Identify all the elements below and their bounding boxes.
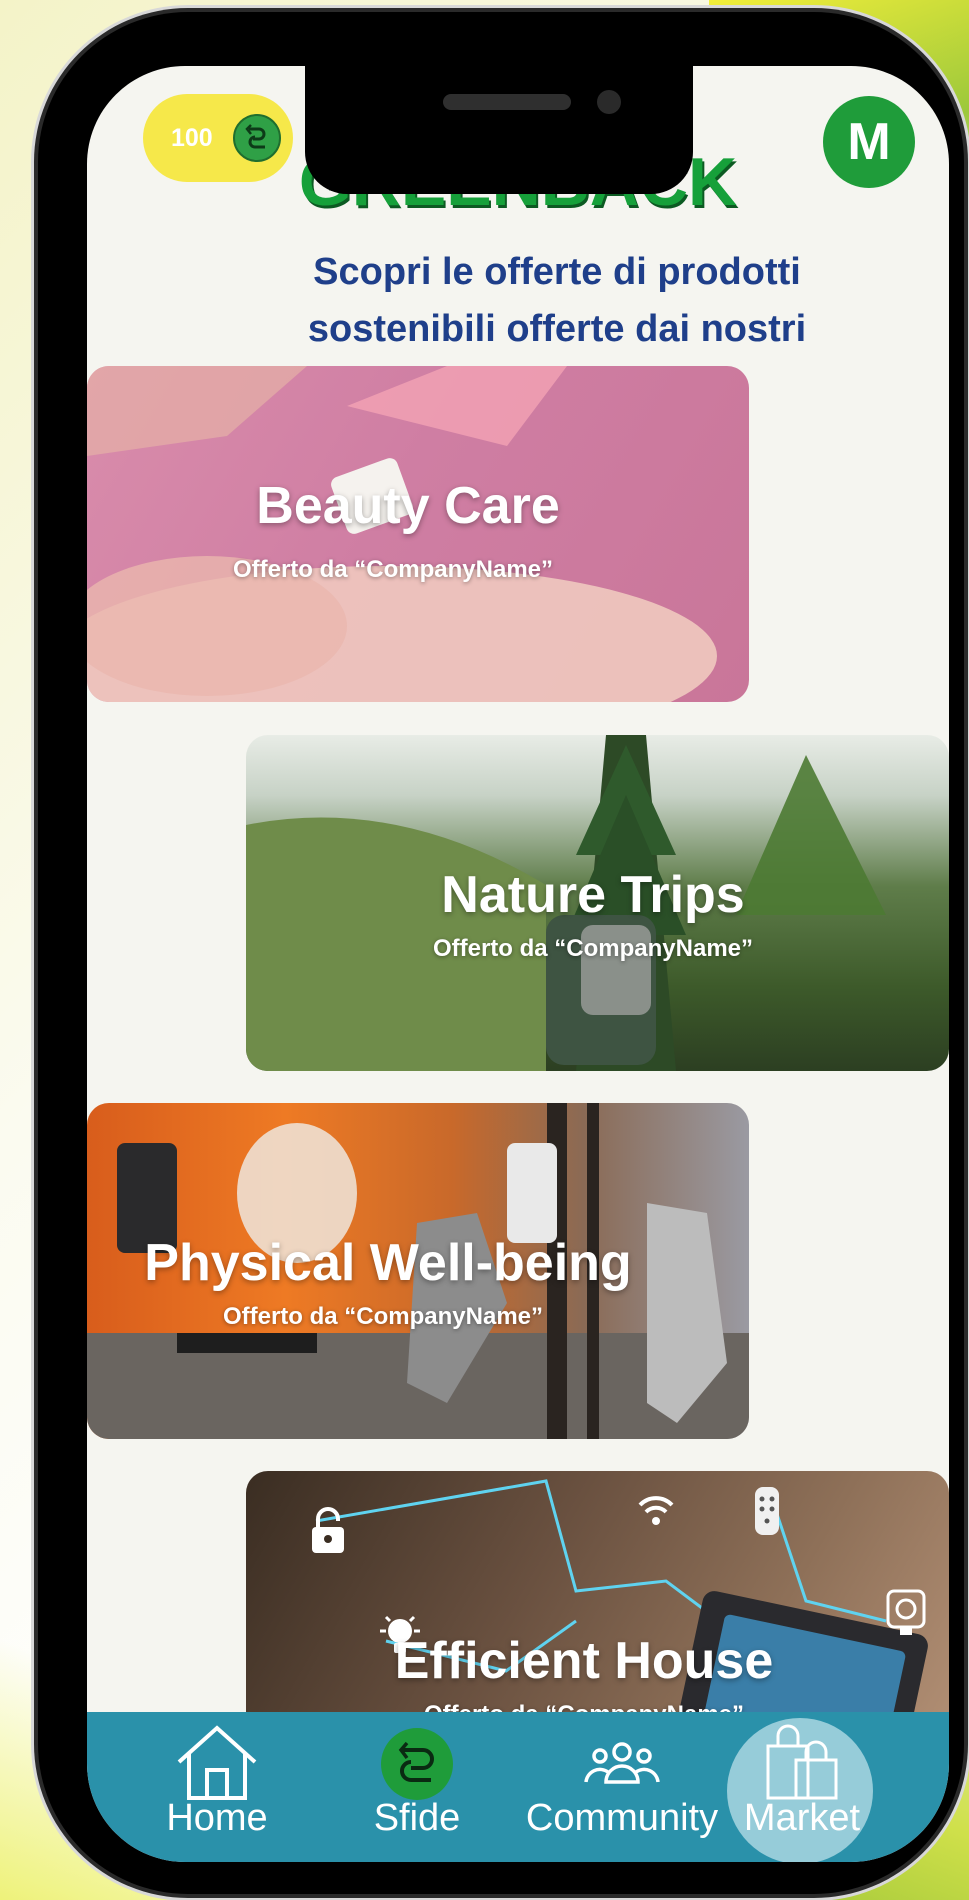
home-icon (175, 1724, 259, 1805)
wifi-icon (636, 1491, 676, 1532)
community-icon (582, 1742, 662, 1789)
speaker-grille (443, 94, 571, 110)
points-value: 100 (171, 124, 213, 152)
offer-title: Efficient House (394, 1632, 774, 1690)
nav-label: Community (525, 1797, 719, 1839)
points-balance[interactable]: 100 (143, 94, 293, 182)
nav-item-sfide[interactable]: Sfide (317, 1712, 517, 1862)
offer-provider: Offerto da “CompanyName” (432, 935, 754, 962)
greenback-coin-icon (233, 114, 281, 162)
phone-notch (305, 66, 693, 194)
nav-item-market[interactable]: Market (727, 1712, 877, 1862)
shopping-bags-icon (762, 1722, 842, 1807)
offer-card-beauty-care[interactable]: Beauty Care Offerto da “CompanyName” (87, 366, 749, 702)
phone-screen: 100 M GREENBACK Scopri le offerte di pro… (87, 66, 949, 1862)
nav-label: Sfide (373, 1797, 461, 1839)
offer-title: Physical Well-being (144, 1234, 632, 1292)
padlock-icon (310, 1507, 346, 1560)
offer-provider: Offerto da “CompanyName” (232, 556, 554, 583)
nav-label: Market (743, 1797, 861, 1839)
offer-card-nature-trips[interactable]: Nature Trips Offerto da “CompanyName” (246, 735, 949, 1071)
offer-title: Nature Trips (441, 866, 745, 924)
nav-label: Home (166, 1797, 268, 1839)
offer-title: Beauty Care (256, 477, 560, 535)
offer-provider: Offerto da “CompanyName” (222, 1303, 544, 1330)
user-avatar[interactable]: M (823, 96, 915, 188)
offer-card-physical-well-being[interactable]: Physical Well-being Offerto da “CompanyN… (87, 1103, 749, 1439)
phone-frame: 100 M GREENBACK Scopri le offerte di pro… (38, 12, 964, 1894)
nav-item-community[interactable]: Community (517, 1712, 727, 1862)
greenback-coin-icon (379, 1726, 455, 1807)
nav-item-home[interactable]: Home (117, 1712, 317, 1862)
remote-control-icon (754, 1477, 780, 1542)
bottom-navigation: Home Sfide Community Market (87, 1712, 949, 1862)
front-camera (597, 90, 621, 114)
